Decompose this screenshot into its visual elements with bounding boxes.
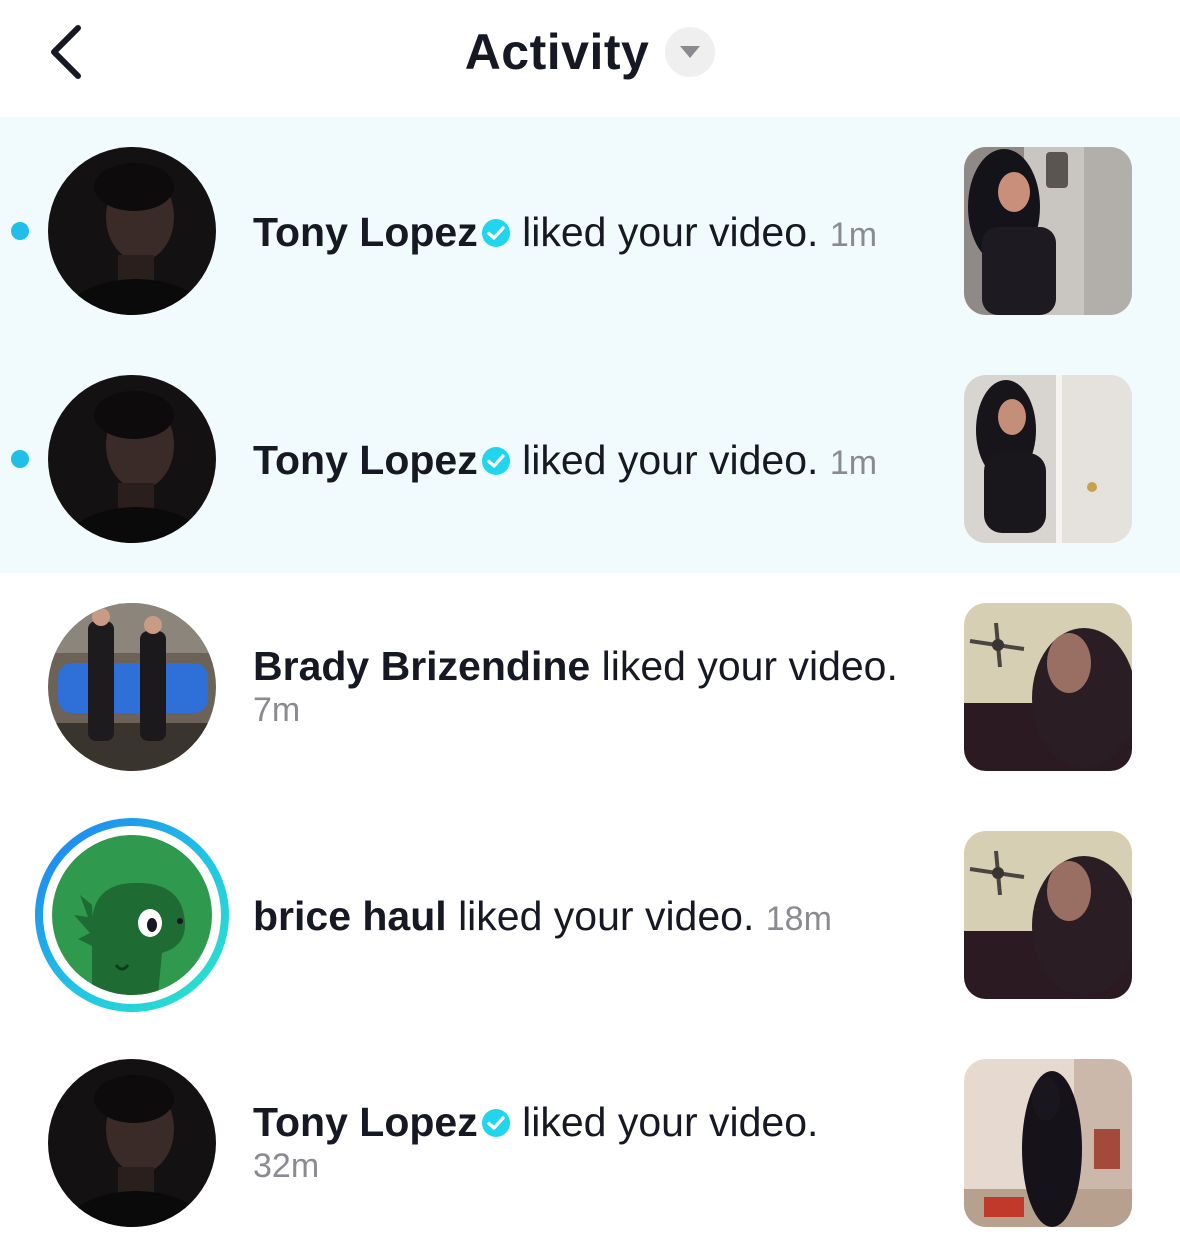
avatar[interactable] (52, 835, 212, 995)
caret-down-icon (680, 46, 701, 58)
username[interactable]: Tony Lopez (253, 1099, 478, 1145)
activity-item[interactable]: Tony Lopez liked your video. 1m (0, 117, 1180, 345)
activity-item[interactable]: brice haul liked your video. 18m (0, 801, 1180, 1029)
verified-badge-icon (481, 219, 510, 247)
activity-text: Tony Lopez liked your video. 1m (253, 209, 943, 258)
activity-text: brice haul liked your video. 18m (253, 893, 943, 942)
activity-item[interactable]: Tony Lopez liked your video. 1m (0, 345, 1180, 573)
timestamp: 1m (829, 216, 878, 254)
activity-item[interactable]: Brady Brizendine liked your video. 7m (0, 573, 1180, 801)
video-thumbnail[interactable] (964, 375, 1132, 543)
activity-item[interactable]: Tony Lopez liked your video. 32m (0, 1029, 1180, 1257)
avatar[interactable] (48, 1059, 216, 1227)
avatar[interactable] (48, 603, 216, 771)
timestamp: 7m (253, 691, 301, 729)
page-title: Activity (464, 24, 650, 80)
video-thumbnail[interactable] (964, 1059, 1132, 1227)
activity-action: liked your video. (458, 893, 755, 939)
activity-text: Tony Lopez liked your video. 1m (253, 437, 943, 486)
activity-filter-dropdown[interactable] (665, 27, 716, 77)
story-ring[interactable] (35, 818, 229, 1012)
video-thumbnail[interactable] (964, 603, 1132, 771)
activity-action: liked your video. (601, 643, 898, 689)
username[interactable]: Brady Brizendine (253, 643, 590, 689)
unread-indicator (11, 450, 29, 468)
header: Activity (0, 0, 1180, 117)
video-thumbnail[interactable] (964, 831, 1132, 999)
activity-action: liked your video. (522, 437, 819, 483)
video-thumbnail[interactable] (964, 147, 1132, 315)
timestamp: 1m (829, 444, 878, 482)
title-group: Activity (0, 22, 1180, 82)
unread-indicator (11, 222, 29, 240)
timestamp: 18m (765, 900, 832, 938)
activity-text: Brady Brizendine liked your video. 7m (253, 643, 943, 731)
verified-badge-icon (481, 447, 510, 475)
timestamp: 32m (253, 1147, 320, 1185)
activity-text: Tony Lopez liked your video. 32m (253, 1099, 943, 1187)
avatar[interactable] (48, 375, 216, 543)
activity-action: liked your video. (522, 209, 819, 255)
username[interactable]: Tony Lopez (253, 437, 478, 483)
username[interactable]: brice haul (253, 893, 447, 939)
avatar[interactable] (48, 147, 216, 315)
activity-action: liked your video. (522, 1099, 819, 1145)
username[interactable]: Tony Lopez (253, 209, 478, 255)
verified-badge-icon (481, 1109, 510, 1137)
